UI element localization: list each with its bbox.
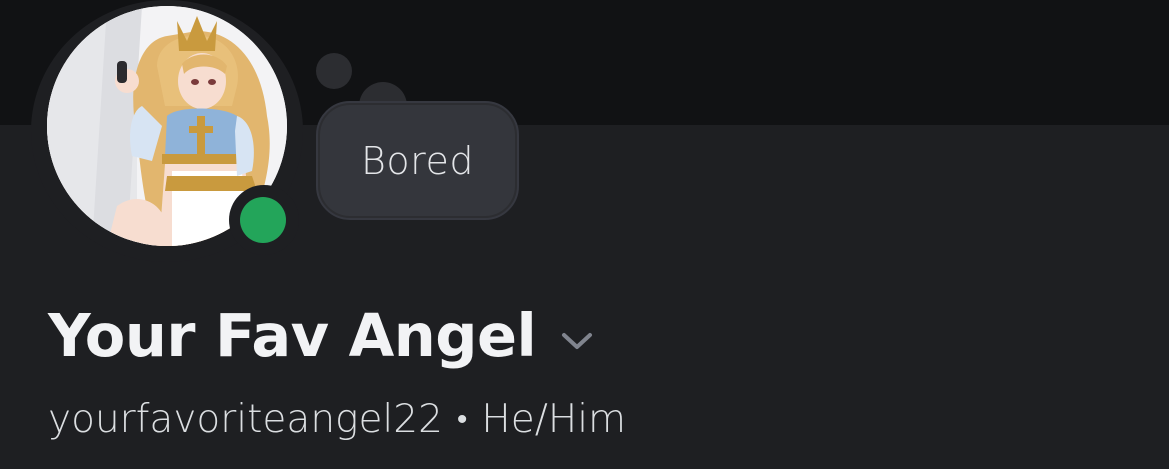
- display-name-row[interactable]: Your Fav Angel: [48, 306, 596, 365]
- online-status-icon: [240, 197, 286, 243]
- separator: •: [456, 401, 468, 437]
- chevron-down-icon[interactable]: [558, 327, 596, 355]
- display-name: Your Fav Angel: [48, 301, 537, 370]
- username[interactable]: yourfavoriteangel22: [48, 400, 443, 439]
- pronouns: He/Him: [481, 397, 627, 442]
- custom-status-text: Bored: [361, 138, 474, 183]
- custom-status-inner[interactable]: Bored: [320, 105, 515, 216]
- username-row: yourfavoriteangel22 • He/Him: [48, 400, 626, 439]
- thought-bubble-dot-small: [316, 53, 352, 89]
